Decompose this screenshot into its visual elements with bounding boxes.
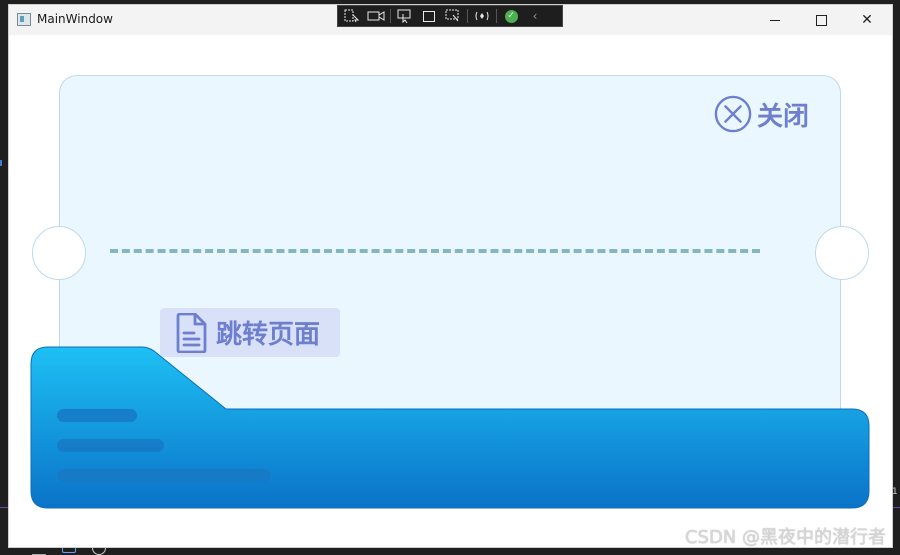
ticket-notch-right bbox=[815, 226, 869, 280]
ide-left-accent bbox=[0, 160, 2, 166]
window-title: MainWindow bbox=[37, 12, 113, 26]
toolbar-separator bbox=[390, 9, 391, 23]
close-icon: ✕ bbox=[861, 12, 873, 28]
minimize-icon bbox=[770, 19, 780, 21]
close-label: 关闭 bbox=[757, 101, 810, 132]
folder-shape bbox=[30, 346, 870, 509]
maximize-icon bbox=[815, 14, 827, 26]
folder-line bbox=[57, 469, 271, 482]
close-button[interactable]: 关闭 bbox=[714, 93, 809, 135]
pointer-select-icon[interactable] bbox=[395, 8, 415, 24]
close-window-button[interactable]: ✕ bbox=[844, 5, 890, 35]
maximize-button[interactable] bbox=[798, 5, 844, 35]
xaml-debug-toolbar: ✓ ‹ bbox=[337, 5, 563, 27]
toolbar-separator bbox=[496, 9, 497, 23]
minimize-button[interactable] bbox=[752, 5, 798, 35]
folder-line bbox=[57, 439, 164, 452]
toolbar-separator bbox=[467, 9, 468, 23]
layout-adorner-icon[interactable] bbox=[419, 8, 439, 24]
check-icon[interactable]: ✓ bbox=[501, 8, 521, 24]
ide-line-number: 1 bbox=[892, 487, 898, 497]
app-icon bbox=[17, 13, 31, 26]
ticket-dashed-divider bbox=[110, 249, 760, 253]
ticket-notch-left bbox=[32, 226, 86, 280]
folder-line bbox=[57, 409, 137, 422]
watermark: CSDN @黑夜中的潜行者 bbox=[684, 527, 886, 548]
select-element-icon[interactable] bbox=[342, 8, 362, 24]
collapse-icon[interactable]: ‹ bbox=[525, 8, 545, 24]
close-circle-icon bbox=[714, 95, 752, 133]
element-pick-icon[interactable] bbox=[443, 8, 463, 24]
record-icon[interactable] bbox=[366, 8, 386, 24]
hot-reload-icon[interactable] bbox=[472, 8, 492, 24]
